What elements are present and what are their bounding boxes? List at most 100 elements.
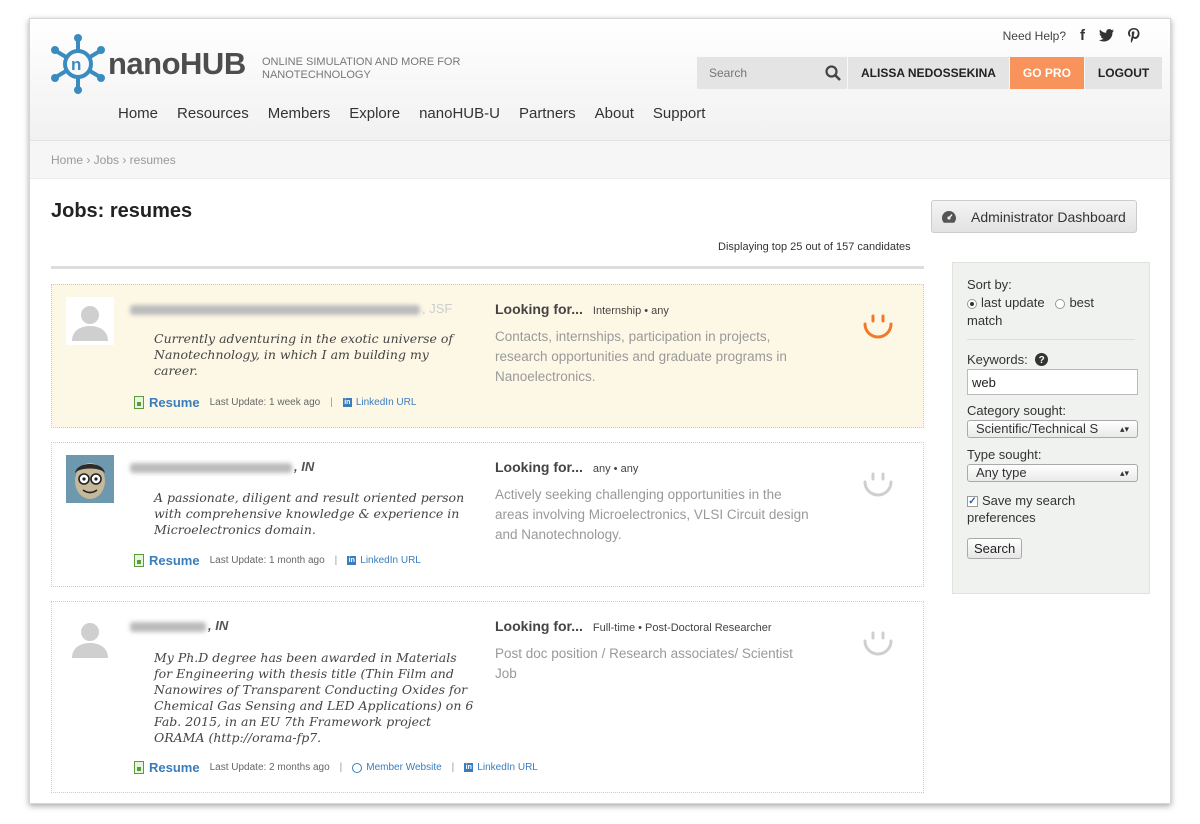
nav-members[interactable]: Members (268, 105, 331, 122)
nav-support[interactable]: Support (653, 105, 706, 122)
keywords-input[interactable] (967, 369, 1138, 395)
nav-nanohub-u[interactable]: nanoHUB-U (419, 105, 500, 122)
looking-type: Full-time • Post-Doctoral Researcher (592, 622, 772, 634)
sort-best-match-option[interactable]: best (1055, 295, 1094, 310)
separator: | (339, 762, 343, 773)
linkedin-icon: in (464, 763, 474, 772)
user-account-link[interactable]: ALISSA NEDOSSEKINA (848, 57, 1009, 89)
type-select[interactable]: Any type ▴▾ (967, 464, 1138, 482)
resume-label: Resume (149, 395, 200, 410)
avatar[interactable] (66, 614, 114, 662)
candidate-name[interactable]: , JSF (130, 301, 452, 316)
logout-button[interactable]: LOGOUT (1084, 57, 1163, 89)
save-label-1: Save my search (982, 493, 1076, 508)
admin-dashboard-button[interactable]: Administrator Dashboard (931, 200, 1137, 233)
radio-checked-icon[interactable] (967, 298, 977, 309)
select-arrows-icon: ▴▾ (1119, 424, 1129, 434)
keywords-label-text: Keywords: (967, 352, 1028, 367)
sort-best-label-2: match (967, 313, 1003, 328)
search-icon[interactable] (819, 57, 847, 89)
redacted-name (130, 462, 292, 473)
document-icon (134, 396, 144, 409)
candidate-bio: My Ph.D degree has been awarded in Mater… (154, 650, 474, 745)
redacted-name (130, 621, 206, 632)
resume-link[interactable]: Resume (134, 553, 200, 568)
site-tagline: ONLINE SIMULATION AND MORE FOR NANOTECHN… (262, 56, 461, 81)
resume-label: Resume (149, 760, 200, 775)
candidate-card: , IN My Ph.D degree has been awarded in … (51, 601, 924, 793)
candidate-description: Actively seeking challenging opportuniti… (495, 487, 809, 542)
linkedin-link[interactable]: in LinkedIn URL (464, 762, 538, 773)
candidate-meta: Resume Last Update: 1 month ago | in Link… (134, 553, 421, 568)
top-toolbar: ALISSA NEDOSSEKINA GO PRO LOGOUT (697, 57, 1163, 89)
looking-type: Internship • any (592, 305, 669, 317)
category-label: Category sought: (967, 403, 1067, 418)
category-select[interactable]: Scientific/Technical S ▴▾ (967, 420, 1138, 438)
category-value: Scientific/Technical S (976, 421, 1099, 436)
breadcrumb[interactable]: Home › Jobs › resumes (30, 141, 1170, 179)
nav-home[interactable]: Home (118, 105, 158, 122)
candidate-card: , JSF Currently adventuring in the exoti… (51, 284, 924, 428)
site-logo[interactable]: n nanoHUB (50, 31, 246, 97)
globe-icon (352, 762, 363, 773)
svg-text:?: ? (1039, 355, 1045, 366)
search-button[interactable]: Search (967, 538, 1023, 559)
go-pro-button[interactable]: GO PRO (1009, 57, 1084, 89)
looking-for: Looking for... Internship • any (495, 301, 669, 317)
type-value: Any type (976, 465, 1027, 480)
save-label-2: preferences (967, 510, 1036, 525)
linkedin-icon: in (347, 556, 357, 565)
avatar[interactable] (66, 455, 114, 503)
smile-active-icon[interactable] (860, 307, 896, 343)
linkedin-link[interactable]: in LinkedIn URL (342, 397, 417, 408)
document-icon (134, 761, 144, 774)
smile-inactive-icon[interactable] (860, 465, 896, 501)
pinterest-icon[interactable] (1128, 28, 1140, 43)
sort-last-update-option[interactable]: last update (967, 295, 1045, 310)
nav-resources[interactable]: Resources (177, 105, 249, 122)
resume-link[interactable]: Resume (134, 395, 200, 410)
admin-dashboard-label: Administrator Dashboard (971, 208, 1126, 225)
nanohub-logo-icon: n (51, 34, 105, 94)
radio-unchecked-icon[interactable] (1055, 298, 1066, 309)
site-header: n nanoHUB ONLINE SIMULATION AND MORE FOR… (30, 19, 1170, 141)
cartoon-avatar-icon (66, 455, 114, 503)
type-label: Type sought: (967, 447, 1042, 462)
smile-inactive-icon[interactable] (860, 624, 896, 660)
nav-explore[interactable]: Explore (349, 105, 400, 122)
candidate-name[interactable]: , IN (130, 618, 228, 633)
save-preferences: ✓ Save my search preferences (967, 492, 1135, 526)
default-avatar-icon (72, 306, 108, 341)
display-count: Displaying top 25 out of 157 candidates (718, 241, 911, 253)
last-update: Last Update: 1 month ago (209, 555, 325, 566)
candidate-bio: A passionate, diligent and result orient… (154, 490, 465, 537)
divider (51, 266, 924, 269)
search-input[interactable] (709, 66, 809, 80)
linkedin-label: LinkedIn URL (355, 397, 417, 408)
nav-about[interactable]: About (595, 105, 634, 122)
candidate-meta: Resume Last Update: 2 months ago | Membe… (134, 760, 538, 775)
member-website-label: Member Website (366, 762, 442, 773)
linkedin-link[interactable]: in LinkedIn URL (347, 555, 421, 566)
need-help-link[interactable]: Need Help? (1003, 29, 1066, 43)
resume-link[interactable]: Resume (134, 760, 200, 775)
separator: | (334, 555, 338, 566)
linkedin-label: LinkedIn URL (477, 762, 538, 773)
redacted-name (130, 304, 420, 315)
candidate-meta: Resume Last Update: 1 week ago | in Linke… (134, 395, 416, 410)
last-update: Last Update: 1 week ago (209, 397, 321, 408)
select-arrows-icon: ▴▾ (1119, 468, 1129, 478)
member-website-link[interactable]: Member Website (352, 762, 442, 773)
nav-partners[interactable]: Partners (519, 105, 576, 122)
facebook-icon[interactable]: f (1080, 27, 1085, 44)
default-avatar-icon (72, 623, 108, 658)
save-preferences-checkbox[interactable]: ✓ (967, 496, 978, 508)
candidate-description: Post doc position / Research associates/… (495, 646, 793, 681)
sort-best-label: best (1069, 295, 1095, 310)
avatar[interactable] (66, 297, 114, 345)
candidate-name[interactable]: , IN (130, 459, 314, 474)
candidate-bio: Currently adventuring in the exotic univ… (154, 331, 454, 378)
page-title: Jobs: resumes (51, 200, 193, 222)
twitter-icon[interactable] (1099, 29, 1114, 42)
help-icon[interactable]: ? (1035, 353, 1049, 366)
